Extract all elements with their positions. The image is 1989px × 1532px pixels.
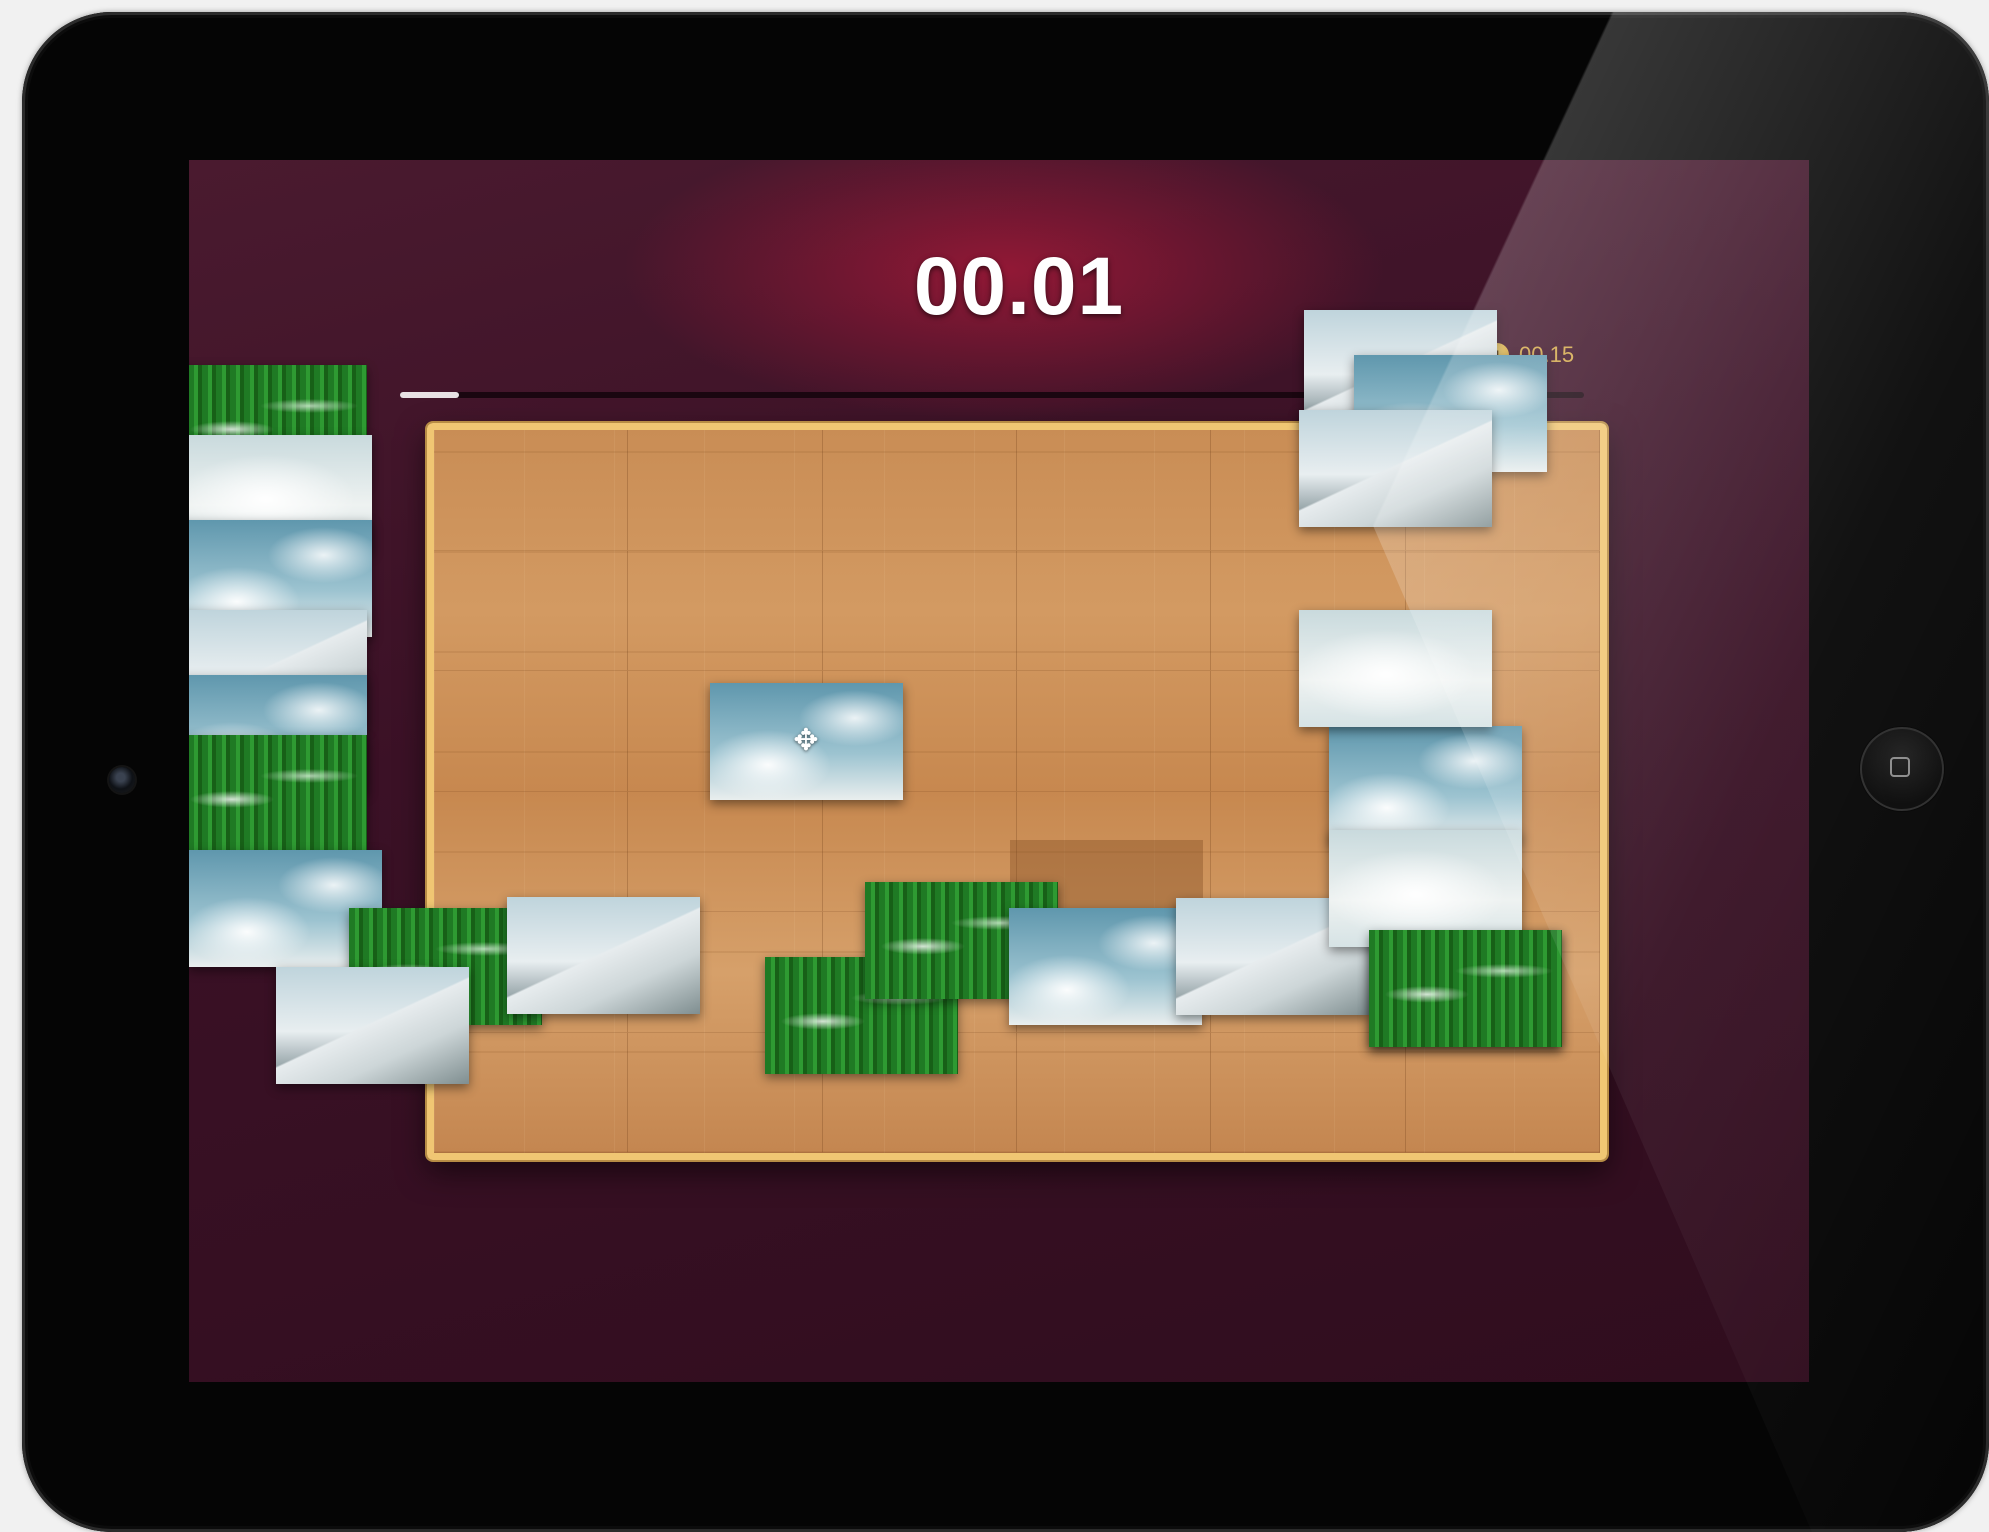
puzzle-piece[interactable] — [1369, 930, 1562, 1047]
puzzle-piece[interactable] — [276, 967, 469, 1084]
board-cell[interactable] — [628, 550, 823, 671]
board-cell[interactable] — [628, 791, 823, 912]
puzzle-piece[interactable] — [507, 897, 700, 1014]
home-square-icon — [1890, 757, 1910, 777]
tablet-device: 00.01 1 00.15 ✥ — [22, 12, 1989, 1532]
board-cell[interactable] — [434, 791, 629, 912]
game-screen: 00.01 1 00.15 ✥ — [189, 160, 1809, 1382]
puzzle-piece[interactable] — [1329, 726, 1522, 843]
board-cell[interactable] — [1211, 1032, 1406, 1153]
puzzle-piece[interactable] — [1299, 610, 1492, 727]
puzzle-piece[interactable] — [189, 735, 367, 852]
puzzle-piece[interactable] — [1299, 410, 1492, 527]
board-cell[interactable] — [434, 671, 629, 792]
board-cell[interactable] — [434, 430, 629, 551]
board-cell[interactable] — [434, 550, 629, 671]
camera-icon — [109, 767, 135, 793]
board-cell[interactable] — [822, 430, 1017, 551]
board-cell[interactable] — [1016, 430, 1212, 551]
board-cell[interactable] — [1016, 1032, 1212, 1153]
active-piece[interactable]: ✥ — [710, 683, 903, 800]
move-icon: ✥ — [793, 724, 819, 757]
board-cell[interactable] — [1016, 550, 1212, 671]
board-cell[interactable] — [1016, 671, 1212, 792]
home-button[interactable] — [1860, 727, 1944, 811]
progress-fill — [400, 392, 460, 398]
puzzle-piece[interactable] — [1009, 908, 1202, 1025]
board-cell[interactable] — [628, 430, 823, 551]
elapsed-timer: 00.01 — [913, 241, 1125, 332]
board-cell[interactable] — [1405, 1032, 1600, 1153]
board-cell[interactable] — [822, 550, 1017, 671]
